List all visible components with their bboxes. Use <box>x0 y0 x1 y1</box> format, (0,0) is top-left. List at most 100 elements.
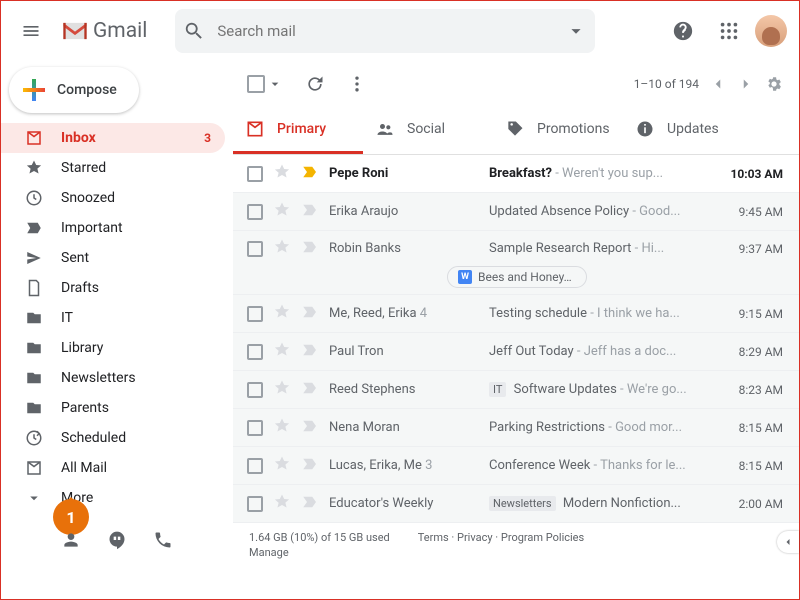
sidebar-item-all-mail[interactable]: All Mail <box>1 453 225 483</box>
mail-row[interactable]: Erika Araujo Updated Absence Policy - Goo… <box>233 193 799 231</box>
mail-row[interactable]: Paul TronJeff Out Today - Jeff has a doc… <box>233 333 799 371</box>
star-icon[interactable] <box>273 238 291 260</box>
mail-checkbox[interactable] <box>247 241 263 257</box>
mail-body: Testing schedule - I think we ha... <box>489 306 709 321</box>
folder-icon <box>25 489 43 507</box>
mail-row[interactable]: Educator's WeeklyNewsletters Modern Nonf… <box>233 485 799 523</box>
mail-body: Sample Research Report - Hi... <box>489 241 709 256</box>
mail-checkbox[interactable] <box>247 458 263 474</box>
mail-checkbox[interactable] <box>247 306 263 322</box>
search-options-icon[interactable] <box>565 20 587 42</box>
label-badge: IT <box>489 382 506 397</box>
mail-row[interactable]: Me, Reed, Erika 4 Testing schedule - I th… <box>233 295 799 333</box>
attachment-chip[interactable]: WBees and Honey… <box>447 266 587 288</box>
folder-icon <box>25 249 43 267</box>
mail-sender: Erika Araujo <box>329 204 479 219</box>
sidebar-item-drafts[interactable]: Drafts <box>1 273 225 303</box>
sidebar-item-important[interactable]: Important <box>1 213 225 243</box>
sidebar-item-library[interactable]: Library <box>1 333 225 363</box>
importance-icon[interactable] <box>301 493 319 515</box>
folder-icon <box>25 279 43 297</box>
sidebar-item-inbox[interactable]: Inbox3 <box>1 123 225 153</box>
tab-social[interactable]: Social <box>363 107 493 154</box>
importance-icon[interactable] <box>301 238 319 260</box>
importance-icon[interactable] <box>301 455 319 477</box>
phone-icon[interactable] <box>153 530 173 550</box>
mail-snippet: - Good mor... <box>605 420 682 435</box>
importance-icon[interactable] <box>301 341 319 363</box>
compose-button[interactable]: Compose <box>9 67 139 113</box>
mail-sender: Paul Tron <box>329 344 479 359</box>
folder-icon <box>25 369 43 387</box>
tab-primary[interactable]: Primary <box>233 107 363 154</box>
star-icon[interactable] <box>273 303 291 325</box>
mail-sender: Me, Reed, Erika 4 <box>329 306 479 321</box>
search-input[interactable] <box>217 22 565 40</box>
importance-icon[interactable] <box>301 201 319 223</box>
importance-icon[interactable] <box>301 303 319 325</box>
more-icon[interactable] <box>347 74 367 94</box>
contacts-icon[interactable] <box>61 530 81 550</box>
compose-label: Compose <box>57 82 117 98</box>
help-button[interactable] <box>663 11 703 51</box>
settings-icon[interactable] <box>765 75 783 93</box>
mail-row[interactable]: Robin BanksSample Research Report - Hi..… <box>233 231 799 295</box>
menu-button[interactable] <box>9 9 53 53</box>
mail-time: 9:45 AM <box>719 205 783 219</box>
mail-checkbox[interactable] <box>247 344 263 360</box>
page-range: 1–10 of 194 <box>634 77 699 91</box>
search-bar[interactable] <box>175 9 595 53</box>
star-icon[interactable] <box>273 163 291 185</box>
hangouts-icon[interactable] <box>107 530 127 550</box>
mail-body: Updated Absence Policy - Good... <box>489 204 709 219</box>
sidebar-item-sent[interactable]: Sent <box>1 243 225 273</box>
sidebar-item-newsletters[interactable]: Newsletters <box>1 363 225 393</box>
select-menu-icon[interactable] <box>267 76 283 92</box>
tab-promotions[interactable]: Promotions <box>493 107 623 154</box>
mail-sender: Educator's Weekly <box>329 496 479 511</box>
star-icon[interactable] <box>273 379 291 401</box>
manage-link[interactable]: Manage <box>249 546 390 559</box>
mail-checkbox[interactable] <box>247 166 263 182</box>
mail-checkbox[interactable] <box>247 496 263 512</box>
doc-icon: W <box>458 270 472 284</box>
tab-label: Primary <box>277 121 326 137</box>
tab-updates[interactable]: Updates <box>623 107 753 154</box>
gmail-logo[interactable]: Gmail <box>61 19 147 43</box>
folder-icon <box>25 189 43 207</box>
star-icon[interactable] <box>273 341 291 363</box>
apps-button[interactable] <box>709 11 749 51</box>
star-icon[interactable] <box>273 417 291 439</box>
mail-row[interactable]: Lucas, Erika, Me 3Conference Week - Than… <box>233 447 799 485</box>
star-icon[interactable] <box>273 493 291 515</box>
importance-icon[interactable] <box>301 417 319 439</box>
sidebar-item-snoozed[interactable]: Snoozed <box>1 183 225 213</box>
plus-icon <box>23 79 45 101</box>
tab-icon <box>375 119 395 139</box>
footer-links[interactable]: Terms · Privacy · Program Policies <box>418 531 584 544</box>
mail-row[interactable]: Pepe RoniBreakfast? - Weren't you sup...… <box>233 155 799 193</box>
prev-page-icon[interactable] <box>709 75 727 93</box>
importance-icon[interactable] <box>301 379 319 401</box>
mail-sender: Pepe Roni <box>329 166 479 181</box>
mail-row[interactable]: Reed StephensIT Software Updates - We're… <box>233 371 799 409</box>
sidebar-item-it[interactable]: IT <box>1 303 225 333</box>
sidebar-item-more[interactable]: More <box>1 483 225 513</box>
mail-time: 8:23 AM <box>719 383 783 397</box>
mail-checkbox[interactable] <box>247 420 263 436</box>
mail-checkbox[interactable] <box>247 204 263 220</box>
star-icon[interactable] <box>273 455 291 477</box>
folder-icon <box>25 309 43 327</box>
sidebar-item-starred[interactable]: Starred <box>1 153 225 183</box>
side-panel-toggle[interactable] <box>777 531 799 553</box>
select-all-checkbox[interactable] <box>247 75 265 93</box>
sidebar-item-scheduled[interactable]: Scheduled <box>1 423 225 453</box>
next-page-icon[interactable] <box>737 75 755 93</box>
account-avatar[interactable] <box>755 15 787 47</box>
importance-icon[interactable] <box>301 163 319 185</box>
star-icon[interactable] <box>273 201 291 223</box>
sidebar-item-parents[interactable]: Parents <box>1 393 225 423</box>
refresh-icon[interactable] <box>305 74 325 94</box>
mail-checkbox[interactable] <box>247 382 263 398</box>
mail-row[interactable]: Nena MoranParking Restrictions - Good mo… <box>233 409 799 447</box>
